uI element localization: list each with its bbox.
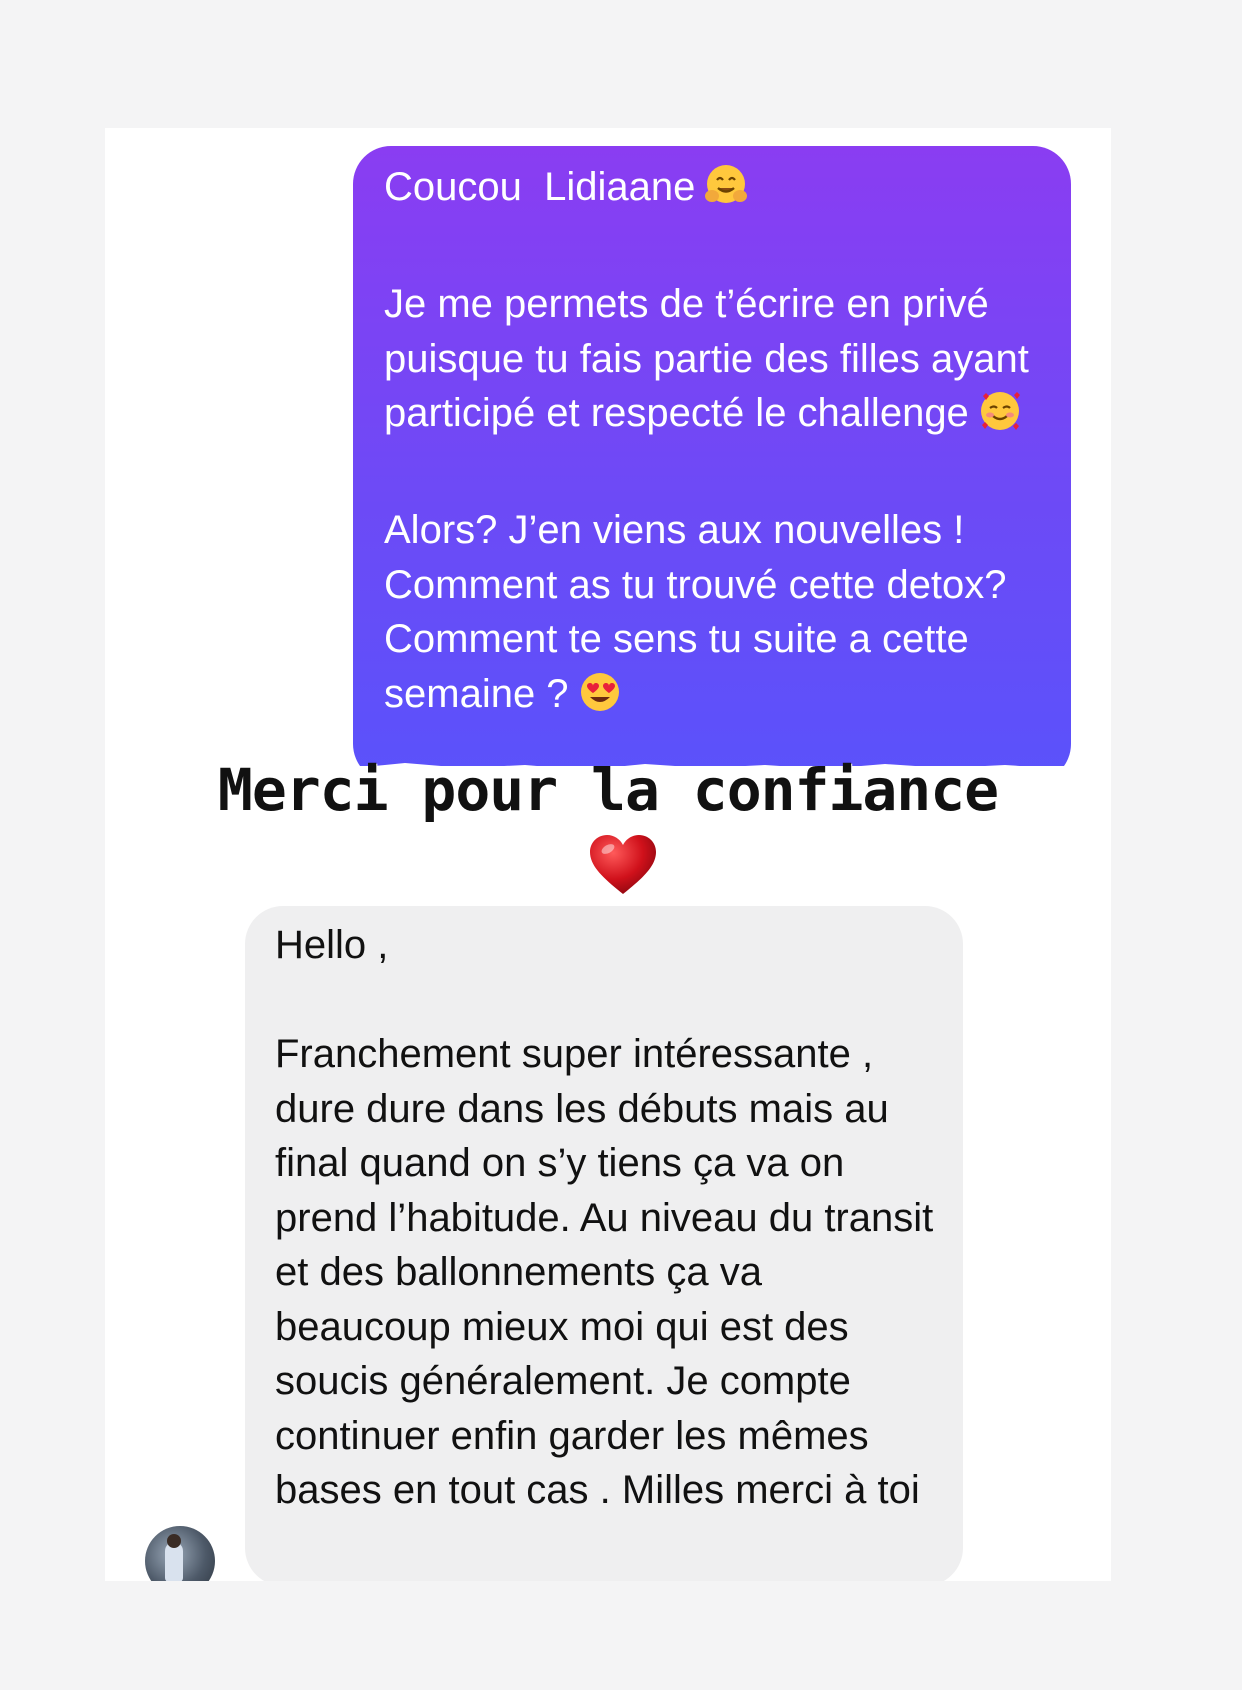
- sent-message-paragraph-2: Je me permets de t’écrire en privé puisq…: [384, 277, 1045, 449]
- paragraph-2-text: Je me permets de t’écrire en privé puisq…: [384, 282, 1029, 435]
- avatar[interactable]: [145, 1526, 215, 1581]
- sent-message-bubble: Coucou Lidiaane Je me permets de t’écrir…: [353, 146, 1071, 782]
- sent-message-paragraph-3: Alors? J’en viens aux nouvelles ! Commen…: [384, 503, 1045, 729]
- greeting-text: Coucou Lidiaane: [384, 165, 696, 209]
- hugging-face-icon: [703, 162, 749, 223]
- chat-screenshot: Coucou Lidiaane Je me permets de t’écrir…: [105, 128, 1111, 1581]
- received-message-greeting: Hello ,: [275, 923, 389, 967]
- overlay-caption: Merci pour la confiance: [217, 756, 999, 824]
- received-message-body: Franchement super intéressante , dure du…: [275, 1032, 934, 1512]
- red-heart-icon: [588, 834, 658, 896]
- avatar-head: [167, 1534, 181, 1548]
- heart-eyes-icon: [577, 669, 623, 730]
- received-message-bubble: Hello , Franchement super intéressante ,…: [245, 906, 963, 1581]
- smiling-face-with-hearts-icon: [977, 388, 1023, 449]
- paragraph-3-text: Alors? J’en viens aux nouvelles ! Commen…: [384, 508, 1007, 716]
- sent-message-greeting: Coucou Lidiaane: [384, 160, 1045, 223]
